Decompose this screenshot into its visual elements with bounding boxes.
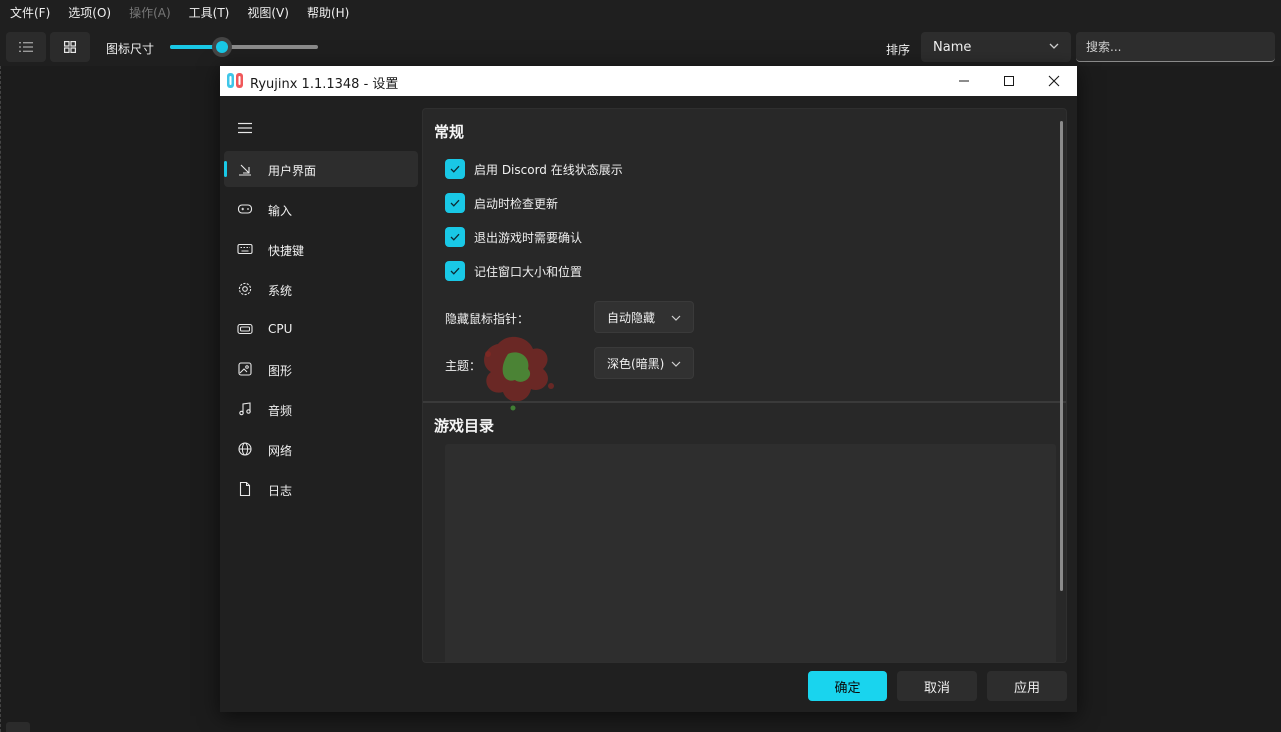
slider-thumb[interactable] [212, 37, 232, 57]
settings-content: 常规 启用 Discord 在线状态展示 启动时检查更新 退出游戏时需要确认 记… [422, 108, 1067, 663]
menu-actions[interactable]: 操作(A) [123, 0, 177, 26]
game-dirs-section-title: 游戏目录 [434, 417, 495, 435]
nav-item-audio[interactable]: 音频 [224, 391, 418, 427]
list-view-button[interactable] [6, 32, 46, 62]
nav-item-hotkeys[interactable]: 快捷键 [224, 231, 418, 267]
nav-item-input[interactable]: 输入 [224, 191, 418, 227]
window-title: Ryujinx 1.1.1348 - 设置 [250, 77, 399, 92]
checkbox-label: 记住窗口大小和位置 [474, 264, 583, 279]
confirm-exit-checkbox-row[interactable]: 退出游戏时需要确认 [445, 227, 582, 247]
chevron-down-icon [671, 361, 681, 367]
nav-item-graphics[interactable]: 图形 [224, 351, 418, 387]
list-icon [19, 42, 33, 52]
document-icon [239, 481, 251, 497]
nav-item-user-interface[interactable]: 用户界面 [224, 151, 418, 187]
checkbox[interactable] [445, 227, 465, 247]
checkmark-icon [450, 199, 460, 207]
menu-tools[interactable]: 工具(T) [183, 0, 236, 26]
status-bar-stub [6, 722, 30, 732]
menu-help[interactable]: 帮助(H) [301, 0, 355, 26]
grid-view-button[interactable] [50, 32, 90, 62]
close-button[interactable] [1031, 66, 1077, 96]
checkmark-icon [450, 233, 460, 241]
checkmark-icon [450, 165, 460, 173]
maximize-icon [1004, 76, 1014, 86]
chevron-down-icon [1049, 43, 1059, 49]
icon-size-label: 图标尺寸 [106, 42, 155, 56]
chevron-down-icon [671, 315, 681, 321]
cancel-button[interactable]: 取消 [897, 671, 977, 701]
apply-button[interactable]: 应用 [987, 671, 1067, 701]
nav-label: 网络 [268, 444, 293, 458]
nav-item-network[interactable]: 网络 [224, 431, 418, 467]
checkbox-label: 启动时检查更新 [474, 196, 559, 211]
sort-value: Name [933, 39, 972, 55]
nav-item-cpu[interactable]: CPU [224, 311, 418, 347]
ok-button[interactable]: 确定 [808, 671, 887, 701]
sort-label: 排序 [886, 43, 911, 57]
check-updates-checkbox-row[interactable]: 启动时检查更新 [445, 193, 558, 213]
theme-value: 深色(暗黑) [607, 356, 665, 371]
menu-file[interactable]: 文件(F) [4, 0, 56, 26]
checkbox-label: 启用 Discord 在线状态展示 [474, 162, 623, 177]
grid-icon [64, 41, 76, 53]
settings-window: Ryujinx 1.1.1348 - 设置 用户界面 输入 快捷键 系统 CPU… [220, 66, 1077, 712]
menu-bar: 文件(F) 选项(O) 操作(A) 工具(T) 视图(V) 帮助(H) [0, 0, 1281, 26]
nav-item-system[interactable]: 系统 [224, 271, 418, 307]
nav-label: 用户界面 [268, 164, 317, 178]
nav-label: 音频 [268, 404, 293, 418]
nav-label: 日志 [268, 484, 293, 498]
gear-icon [238, 282, 252, 296]
keyboard-icon [237, 243, 253, 255]
checkbox-label: 退出游戏时需要确认 [474, 230, 583, 245]
content-scrollbar[interactable] [1060, 121, 1063, 591]
hamburger-menu-icon[interactable] [238, 122, 252, 134]
nav-label: 图形 [268, 364, 293, 378]
maximize-button[interactable] [986, 66, 1032, 96]
sort-select[interactable]: Name [921, 32, 1071, 62]
nav-label: 输入 [268, 204, 293, 218]
nav-item-logging[interactable]: 日志 [224, 471, 418, 507]
section-divider [423, 401, 1066, 403]
image-icon [238, 362, 252, 376]
theme-combo[interactable]: 深色(暗黑) [594, 347, 694, 379]
cpu-icon [237, 323, 253, 335]
discord-presence-checkbox-row[interactable]: 启用 Discord 在线状态展示 [445, 159, 623, 179]
checkbox[interactable] [445, 193, 465, 213]
gamepad-icon [237, 204, 253, 214]
search-input[interactable] [1076, 32, 1275, 62]
remember-window-checkbox-row[interactable]: 记住窗口大小和位置 [445, 261, 582, 281]
nav-label: 快捷键 [268, 244, 305, 258]
menu-view[interactable]: 视图(V) [241, 0, 295, 26]
checkbox[interactable] [445, 159, 465, 179]
music-note-icon [239, 402, 251, 416]
close-icon [1048, 75, 1060, 87]
window-titlebar[interactable]: Ryujinx 1.1.1348 - 设置 [220, 66, 1077, 96]
icon-size-slider[interactable] [170, 37, 318, 57]
user-interface-icon [239, 164, 251, 176]
checkmark-icon [450, 267, 460, 275]
minimize-button[interactable] [941, 66, 987, 96]
globe-icon [238, 442, 252, 456]
settings-nav: 用户界面 输入 快捷键 系统 CPU 图形 音频 网络 日志 [220, 96, 422, 666]
left-edge-divider [0, 66, 1, 732]
nav-label: CPU [268, 322, 293, 336]
game-directory-list[interactable] [445, 444, 1056, 662]
menu-options[interactable]: 选项(O) [62, 0, 117, 26]
ryujinx-logo-icon [227, 73, 243, 88]
minimize-icon [959, 80, 969, 82]
hide-cursor-value: 自动隐藏 [607, 310, 656, 325]
general-section-title: 常规 [434, 123, 465, 141]
checkbox[interactable] [445, 261, 465, 281]
nav-label: 系统 [268, 284, 293, 298]
hide-cursor-combo[interactable]: 自动隐藏 [594, 301, 694, 333]
toolbar: 图标尺寸 排序 Name [0, 28, 1281, 66]
